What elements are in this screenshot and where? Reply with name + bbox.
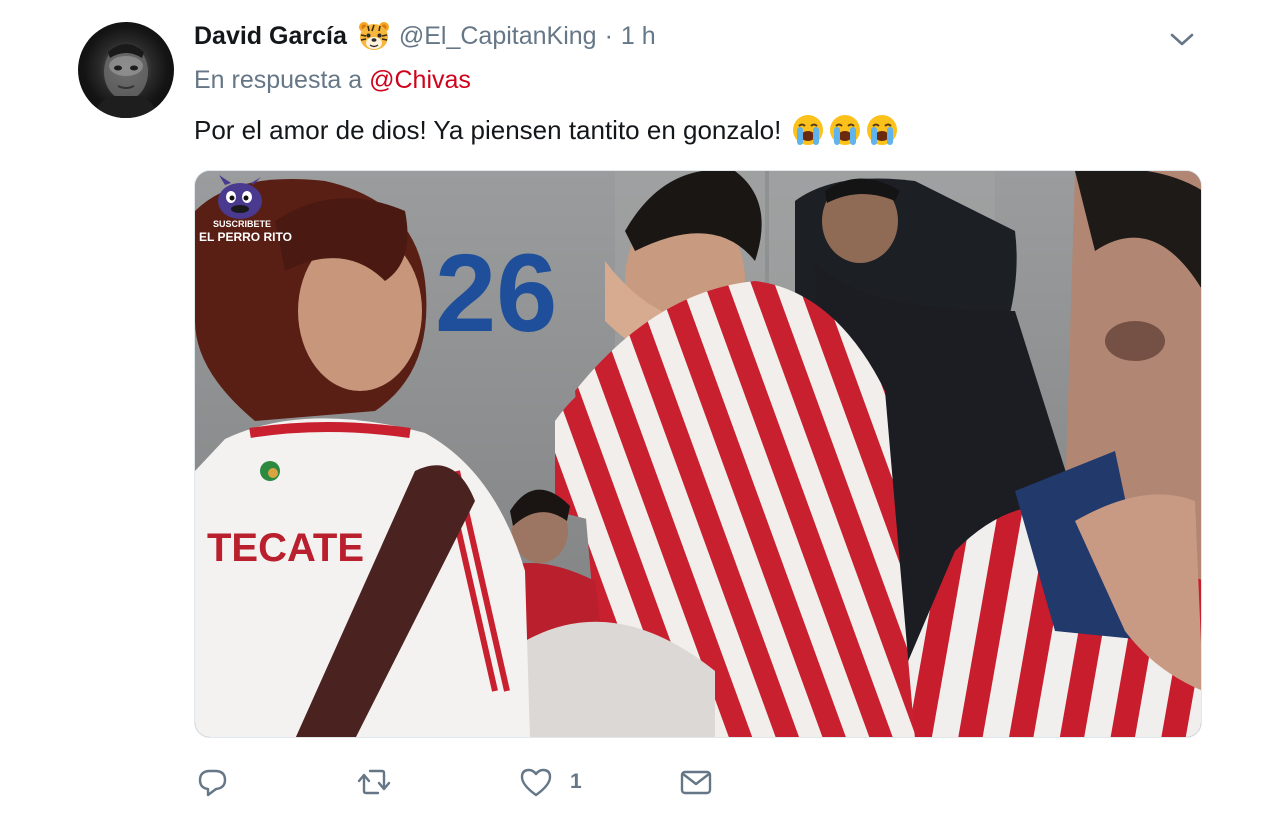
tweet-body: Por el amor de dios! Ya piensen tantito …: [194, 110, 902, 150]
reply-context: En respuesta a @Chivas: [194, 66, 471, 95]
author-display-name[interactable]: David García: [194, 22, 347, 51]
wall-number: 26: [435, 232, 557, 355]
tweet-header: David García @El_CapitanKing · 1 h: [194, 16, 656, 56]
direct-message-button[interactable]: [678, 762, 714, 802]
reply-button[interactable]: [194, 762, 230, 802]
chevron-down-icon[interactable]: [1167, 27, 1197, 51]
tweet-actions: 1: [194, 762, 754, 802]
author-handle[interactable]: @El_CapitanKing: [399, 22, 597, 51]
shirt-text: TECATE: [207, 526, 364, 570]
loudly-crying-face-icon: [867, 115, 898, 145]
watermark-line1: SUSCRIBETE: [213, 219, 271, 229]
tweet-card[interactable]: David García @El_CapitanKing · 1 h En re…: [0, 0, 1276, 816]
loudly-crying-face-icon: [793, 115, 824, 145]
avatar[interactable]: [78, 22, 174, 118]
like-button[interactable]: 1: [518, 762, 582, 802]
tweet-timestamp[interactable]: 1 h: [621, 22, 656, 51]
video-thumbnail: 26 TECATE SUSCRIBETE EL PERRO RITO: [195, 171, 1201, 737]
like-count: 1: [570, 770, 582, 793]
reply-mention-link[interactable]: @Chivas: [369, 66, 471, 94]
reply-icon: [198, 769, 227, 797]
tweet-media-video[interactable]: 26 TECATE SUSCRIBETE EL PERRO RITO: [194, 170, 1202, 738]
watermark-line2: EL PERRO RITO: [199, 230, 292, 244]
separator-dot: ·: [604, 21, 613, 50]
retweet-icon: [357, 769, 391, 795]
tweet-text: Por el amor de dios! Ya piensen tantito …: [194, 114, 782, 145]
heart-icon: [520, 768, 552, 797]
reply-prefix: En respuesta a: [194, 66, 363, 94]
envelope-icon: [680, 770, 712, 795]
emoji-row: [791, 113, 902, 147]
tiger-face-icon: [357, 19, 391, 53]
loudly-crying-face-icon: [830, 115, 861, 145]
avatar-photo: [94, 44, 158, 118]
retweet-button[interactable]: [356, 762, 392, 802]
